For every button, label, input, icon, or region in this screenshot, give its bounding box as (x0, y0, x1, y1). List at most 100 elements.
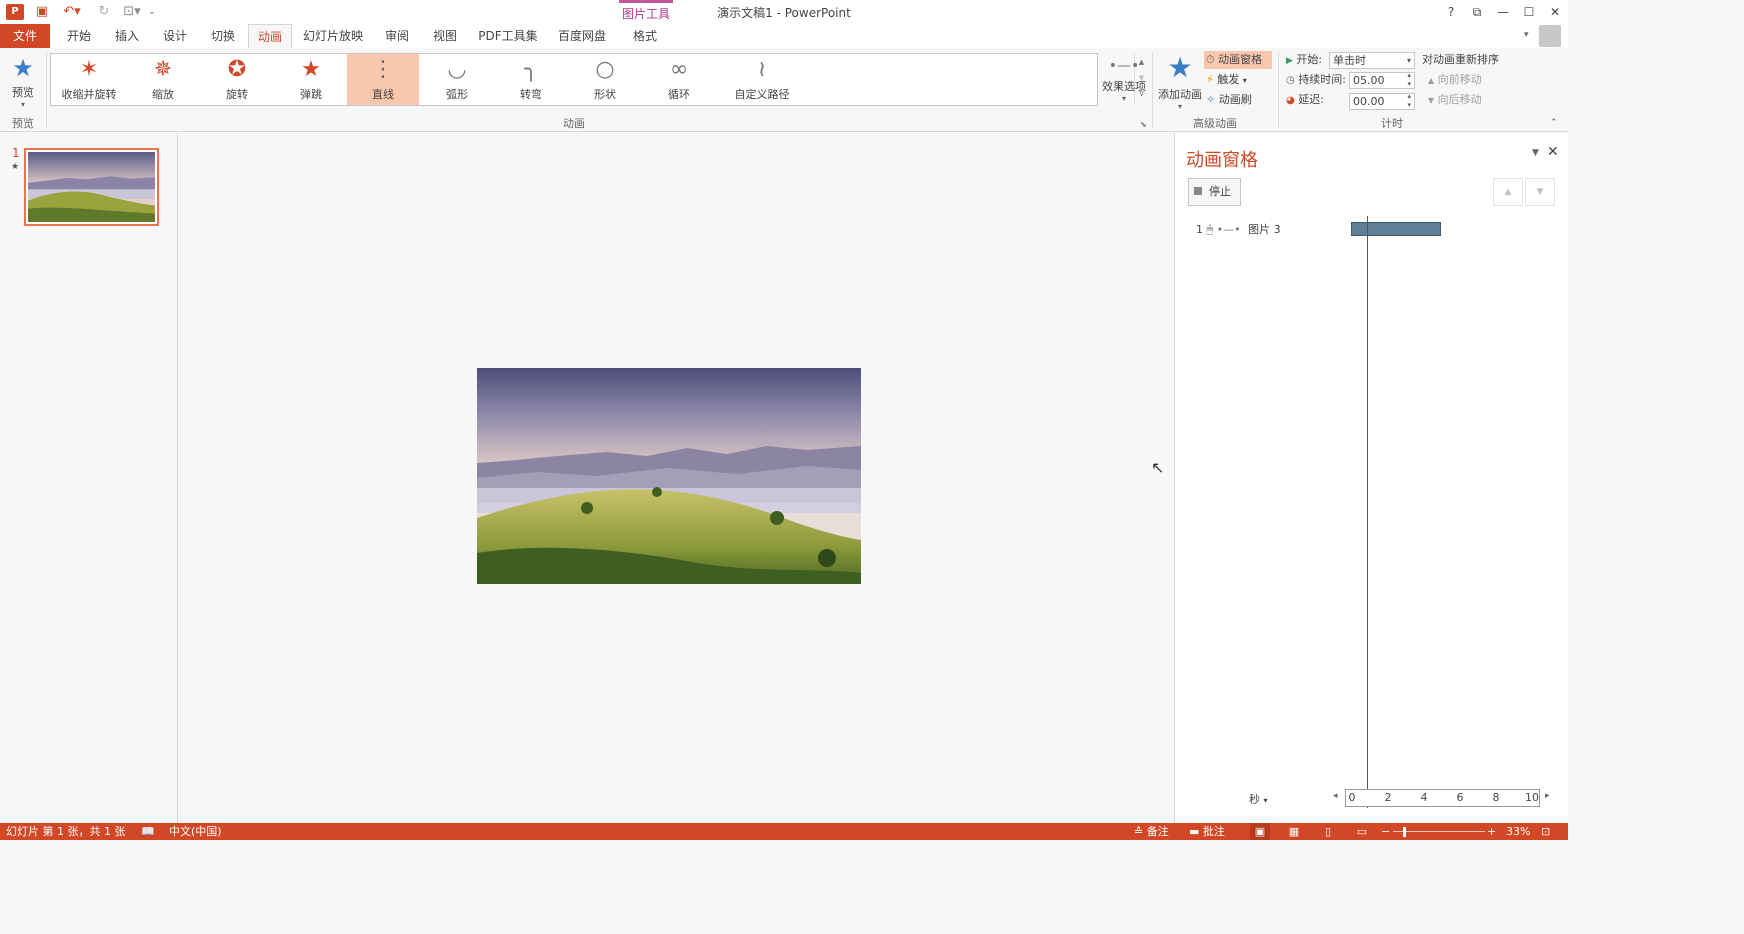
tab-view[interactable]: 视图 (424, 24, 466, 48)
stop-icon (1194, 187, 1202, 195)
gallery-item-loops[interactable]: ∞ 循环 (643, 54, 715, 105)
close-pane-icon[interactable]: ✕ (1547, 144, 1559, 160)
trigger-button[interactable]: ⚡ 触发 ▾ (1206, 71, 1247, 89)
add-animation-button[interactable]: ★ 添加动画 ▾ (1156, 51, 1204, 112)
start-select[interactable]: 单击时 ▾ (1329, 52, 1415, 69)
normal-view-icon[interactable]: ▣ (1250, 823, 1270, 840)
effect-options-button[interactable]: •—• 效果选项 ▾ (1100, 56, 1148, 103)
close-button[interactable]: ✕ (1542, 2, 1568, 22)
effect-options-label: 效果选项 (1102, 80, 1146, 93)
minimize-button[interactable]: — (1490, 2, 1516, 22)
notes-button[interactable]: ≙ 备注 (1134, 823, 1169, 840)
reading-view-icon[interactable]: ▯ (1319, 823, 1337, 840)
gallery-item-lines[interactable]: ⋮ 直线 (347, 54, 419, 105)
zoom-slider[interactable] (1393, 831, 1485, 832)
collapse-ribbon-icon[interactable]: ⌃ (1550, 118, 1558, 128)
tab-insert[interactable]: 插入 (106, 24, 148, 48)
gallery-item-custom-path[interactable]: ≀ 自定义路径 (717, 54, 807, 105)
delay-spinner[interactable]: 00.00 ▴ ▾ (1349, 92, 1415, 110)
gallery-item-label: 形状 (594, 88, 616, 101)
gallery-item-spin[interactable]: ✪ 旋转 (201, 54, 273, 105)
collapse-arrow-icon[interactable]: ▾ (1524, 30, 1529, 40)
animation-painter-label: 动画刷 (1218, 93, 1252, 106)
delay-icon: ◕ (1286, 95, 1295, 106)
timeline-bar[interactable] (1351, 222, 1441, 236)
gallery-item-label: 收缩并旋转 (61, 88, 117, 101)
item-index: 1 (1196, 223, 1203, 236)
preview-star-icon: ★ (12, 54, 34, 82)
tab-design[interactable]: 设计 (154, 24, 196, 48)
move-up-button[interactable]: ▲ (1493, 178, 1523, 206)
maximize-button[interactable]: ☐ (1516, 2, 1542, 22)
dialog-launcher-icon[interactable]: ⬊ (1140, 120, 1147, 129)
tab-pdf-tools[interactable]: PDF工具集 (474, 24, 542, 48)
mouse-click-icon: 🖱 (1206, 223, 1214, 236)
tab-home[interactable]: 开始 (58, 24, 100, 48)
zoom-slider-thumb[interactable] (1403, 827, 1406, 837)
title-bar: P ▣ ↶▾ ↻ ⊡▾ ⌄ 演示文稿1 - PowerPoint 图片工具 ? … (0, 0, 1568, 24)
play-icon: ▶ (1286, 56, 1293, 66)
help-button[interactable]: ? (1438, 2, 1464, 22)
move-earlier-button[interactable]: ▲ 向前移动 (1428, 71, 1482, 89)
gallery-item-turns[interactable]: ╮ 转弯 (495, 54, 567, 105)
fit-to-window-icon[interactable]: ⊡ (1541, 823, 1550, 840)
zoom-level[interactable]: 33% (1506, 823, 1530, 840)
zoom-out-icon[interactable]: − (1381, 823, 1390, 840)
animation-marker-icon: ★ (11, 162, 20, 172)
spinner-arrows-icon[interactable]: ▴ ▾ (1407, 92, 1411, 110)
down-triangle-icon: ▼ (1428, 96, 1435, 105)
move-down-button[interactable]: ▼ (1525, 178, 1555, 206)
seconds-label: 秒 (1249, 793, 1260, 806)
spinner-arrows-icon[interactable]: ▴ ▾ (1407, 71, 1411, 89)
animation-gallery: ✶ 收缩并旋转 ✵ 缩放 ✪ 旋转 ★ 弹跳 ⋮ 直线 ◡ 弧形 ╮ 转弯 ○ … (50, 53, 1144, 106)
ribbon-display-options-button[interactable]: ⧉ (1464, 2, 1490, 22)
dropdown-arrow-icon: ▾ (1263, 796, 1268, 805)
star-zoom-icon: ✵ (153, 57, 173, 82)
slide-thumbnail-panel (0, 133, 178, 823)
pane-options-icon[interactable]: ▼ (1532, 148, 1539, 158)
gallery-item-arcs[interactable]: ◡ 弧形 (421, 54, 493, 105)
spell-check-icon[interactable]: 📖 (141, 823, 155, 840)
ruler-left-arrow-icon[interactable]: ◂ (1333, 791, 1338, 801)
separator (1278, 52, 1279, 128)
slide-sorter-icon[interactable]: ▦ (1285, 823, 1303, 840)
animation-painter-button[interactable]: ✧ 动画刷 (1206, 91, 1252, 109)
timing-group-label: 计时 (1381, 117, 1403, 130)
gallery-item-label: 循环 (668, 88, 690, 101)
tab-animations[interactable]: 动画 (248, 24, 292, 48)
preview-group-label: 预览 (12, 117, 34, 130)
loop-path-icon: ∞ (669, 57, 689, 82)
trigger-label: 触发 (1217, 73, 1240, 86)
gallery-item-shapes[interactable]: ○ 形状 (569, 54, 641, 105)
landscape-image (477, 368, 861, 584)
tab-file[interactable]: 文件 (0, 24, 50, 48)
tab-format[interactable]: 格式 (624, 24, 666, 48)
language-indicator[interactable]: 中文(中国) (169, 823, 222, 840)
move-later-button[interactable]: ▼ 向后移动 (1428, 91, 1482, 109)
slideshow-view-icon[interactable]: ▭ (1353, 823, 1371, 840)
gallery-item-bounce[interactable]: ★ 弹跳 (275, 54, 347, 105)
zoom-in-icon[interactable]: + (1487, 823, 1496, 840)
animation-pane-icon: ⏱ (1206, 53, 1215, 66)
tab-baidu-netdisk[interactable]: 百度网盘 (552, 24, 612, 48)
slide-picture[interactable] (477, 368, 861, 584)
seconds-dropdown[interactable]: 秒 ▾ (1249, 791, 1268, 807)
comments-button[interactable]: ▬ 批注 (1189, 823, 1225, 840)
dropdown-arrow-icon: ▾ (1121, 94, 1126, 103)
start-label: 开始: (1296, 53, 1323, 66)
user-avatar[interactable] (1539, 25, 1561, 47)
add-animation-star-icon: ★ (1167, 51, 1193, 84)
landscape-thumbnail-image (28, 152, 155, 222)
preview-button[interactable]: ★ 预览 ▾ (4, 54, 42, 109)
animation-pane-button[interactable]: ⏱ 动画窗格 (1204, 51, 1272, 69)
tab-slide-show[interactable]: 幻灯片放映 (298, 24, 368, 48)
gallery-item-grow-turn[interactable]: ✶ 收缩并旋转 (53, 54, 125, 105)
duration-spinner[interactable]: 05.00 ▴ ▾ (1349, 71, 1415, 89)
animation-list-item[interactable]: 1 🖱 •—• 图片 3 (1196, 221, 1281, 237)
gallery-item-zoom[interactable]: ✵ 缩放 (127, 54, 199, 105)
tab-transitions[interactable]: 切换 (202, 24, 244, 48)
ruler-right-arrow-icon[interactable]: ▸ (1545, 791, 1550, 801)
tab-review[interactable]: 审阅 (376, 24, 418, 48)
notes-icon: ≙ (1134, 825, 1144, 838)
slide-thumbnail[interactable] (24, 148, 159, 226)
